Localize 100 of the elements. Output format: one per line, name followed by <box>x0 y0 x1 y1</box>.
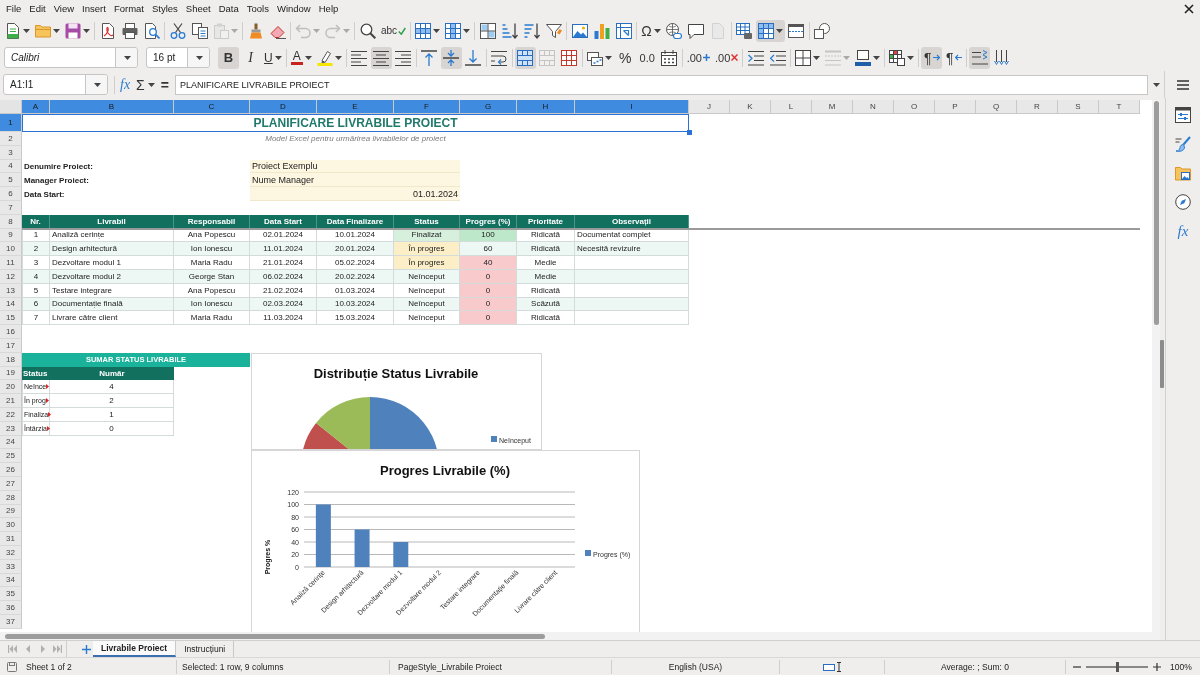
align-left-icon <box>351 49 368 66</box>
formula-button[interactable]: = <box>157 74 172 95</box>
row-header[interactable]: 25 <box>0 449 22 464</box>
row-header[interactable]: 1 <box>0 114 22 132</box>
column-header[interactable]: J <box>689 100 730 114</box>
zoom-slider-thumb[interactable] <box>1116 661 1119 672</box>
row-header[interactable]: 30 <box>0 518 22 533</box>
row-header[interactable]: 35 <box>0 587 22 602</box>
row-header[interactable]: 21 <box>0 394 22 408</box>
number-format-button[interactable]: 0.0 <box>636 46 658 69</box>
language-text[interactable]: English (USA) <box>668 661 723 672</box>
left-to-right-button[interactable]: ¶ <box>921 46 943 69</box>
row-header[interactable]: 16 <box>0 325 22 339</box>
merge-center-button[interactable] <box>514 46 536 69</box>
name-box-combobox[interactable]: A1:I1 <box>3 74 108 95</box>
properties-button[interactable] <box>1172 104 1194 126</box>
font-color-button[interactable]: A <box>288 46 314 69</box>
column-header[interactable]: R <box>1017 100 1058 114</box>
delete-decimal-place-button[interactable]: .00 <box>713 46 741 69</box>
row-header[interactable]: 6 <box>0 187 22 201</box>
border-color-icon <box>855 49 872 66</box>
align-center-button[interactable] <box>370 46 392 69</box>
caret-icon <box>907 55 915 60</box>
vertical-scrollbar[interactable] <box>1152 100 1160 632</box>
column-header[interactable]: M <box>812 100 853 114</box>
menu-item[interactable]: View <box>49 1 79 16</box>
function-wizard-button[interactable]: fx <box>117 74 134 95</box>
column-header[interactable]: N <box>853 100 894 114</box>
freeze-rows-columns-button[interactable] <box>755 19 785 42</box>
right-to-left-button[interactable]: ¶ <box>943 46 965 69</box>
row-header[interactable]: 20 <box>0 380 22 395</box>
formula-input[interactable]: PLANIFICARE LIVRABILE PROIECT <box>174 74 1148 95</box>
menu-item[interactable]: Edit <box>25 1 50 16</box>
column-header[interactable]: S <box>1058 100 1099 114</box>
spelling-button[interactable]: abc <box>379 19 409 42</box>
column-header[interactable]: F <box>394 100 460 114</box>
row-header[interactable]: 5 <box>0 173 22 188</box>
column-header[interactable]: P <box>935 100 976 114</box>
row-header[interactable]: 36 <box>0 601 22 615</box>
dropdown-button[interactable] <box>187 48 209 67</box>
menu-item[interactable]: Tools <box>242 1 273 16</box>
close-document-button[interactable] <box>1182 1 1196 16</box>
zoom-in-button[interactable] <box>1152 661 1162 672</box>
row-header[interactable]: 15 <box>0 311 22 326</box>
menu-item[interactable]: Data <box>214 1 243 16</box>
column-header[interactable]: L <box>771 100 812 114</box>
menu-item[interactable]: Help <box>314 1 343 16</box>
row-header[interactable]: 11 <box>0 256 22 270</box>
percent-format-button[interactable]: % <box>614 46 636 69</box>
column-header[interactable]: Q <box>976 100 1017 114</box>
sheet-tab[interactable]: Instrucțiuni <box>176 641 235 657</box>
banknotes-icon <box>586 49 603 66</box>
column-header[interactable]: T <box>1099 100 1140 114</box>
font-size-combobox[interactable]: 16 pt <box>146 47 210 68</box>
menu-item[interactable]: Styles <box>147 1 182 16</box>
row-header[interactable]: 10 <box>0 242 22 257</box>
zoom-out-button[interactable] <box>1072 664 1082 669</box>
row-header[interactable]: 2 <box>0 132 22 146</box>
menu-item[interactable]: Sheet <box>181 1 215 16</box>
dropdown-button[interactable] <box>115 48 137 67</box>
column-header[interactable]: D <box>250 100 317 114</box>
underline-button[interactable]: U <box>262 46 284 69</box>
functions-button[interactable]: fx <box>1172 220 1194 242</box>
row-header[interactable]: 26 <box>0 463 22 477</box>
dropdown-button[interactable] <box>85 75 107 94</box>
sheet-tab[interactable]: Livrabile Proiect <box>93 641 177 657</box>
column-header[interactable]: E <box>317 100 394 114</box>
menu-item[interactable]: Insert <box>78 1 110 16</box>
row-header[interactable]: 31 <box>0 532 22 546</box>
navigator-button[interactable] <box>1172 191 1194 213</box>
zoom-level-text[interactable]: 100% <box>1170 661 1192 672</box>
table-cell: 4 <box>50 380 174 395</box>
column-header[interactable]: O <box>894 100 935 114</box>
column-header[interactable]: G <box>460 100 517 114</box>
fill-handle-icon[interactable] <box>687 130 692 135</box>
menu-item[interactable]: Format <box>109 1 148 16</box>
menu-item[interactable]: File <box>2 1 26 16</box>
column-header[interactable]: K <box>730 100 771 114</box>
add-decimal-place-button[interactable]: .00 <box>684 46 712 69</box>
column-header[interactable]: C <box>174 100 250 114</box>
column-header[interactable]: I <box>575 100 689 114</box>
bold-button[interactable]: B <box>218 46 239 69</box>
progress-cell: 40 <box>460 256 517 270</box>
document-icon <box>99 22 116 39</box>
vertical-scrollbar-thumb[interactable] <box>1153 101 1159 325</box>
menu-item[interactable]: Window <box>272 1 315 16</box>
column-header[interactable]: H <box>517 100 575 114</box>
italic-button[interactable]: I <box>240 46 261 69</box>
table-cell: Maria Radu <box>174 311 250 326</box>
sidebar-grip-handle[interactable] <box>1160 340 1164 388</box>
table-header-cell: Observații <box>575 214 689 229</box>
sum-button[interactable]: Σ <box>133 74 158 95</box>
column-header[interactable]: B <box>50 100 174 114</box>
column-header[interactable]: A <box>22 100 50 114</box>
center-vertically-button[interactable] <box>440 46 462 69</box>
outdent-icon <box>769 49 786 66</box>
special-character-button[interactable]: Ω <box>639 19 663 42</box>
horizontal-scrollbar[interactable] <box>0 632 1160 640</box>
font-name-combobox[interactable]: Calibri <box>4 47 138 68</box>
horizontal-scrollbar-thumb[interactable] <box>5 633 545 639</box>
